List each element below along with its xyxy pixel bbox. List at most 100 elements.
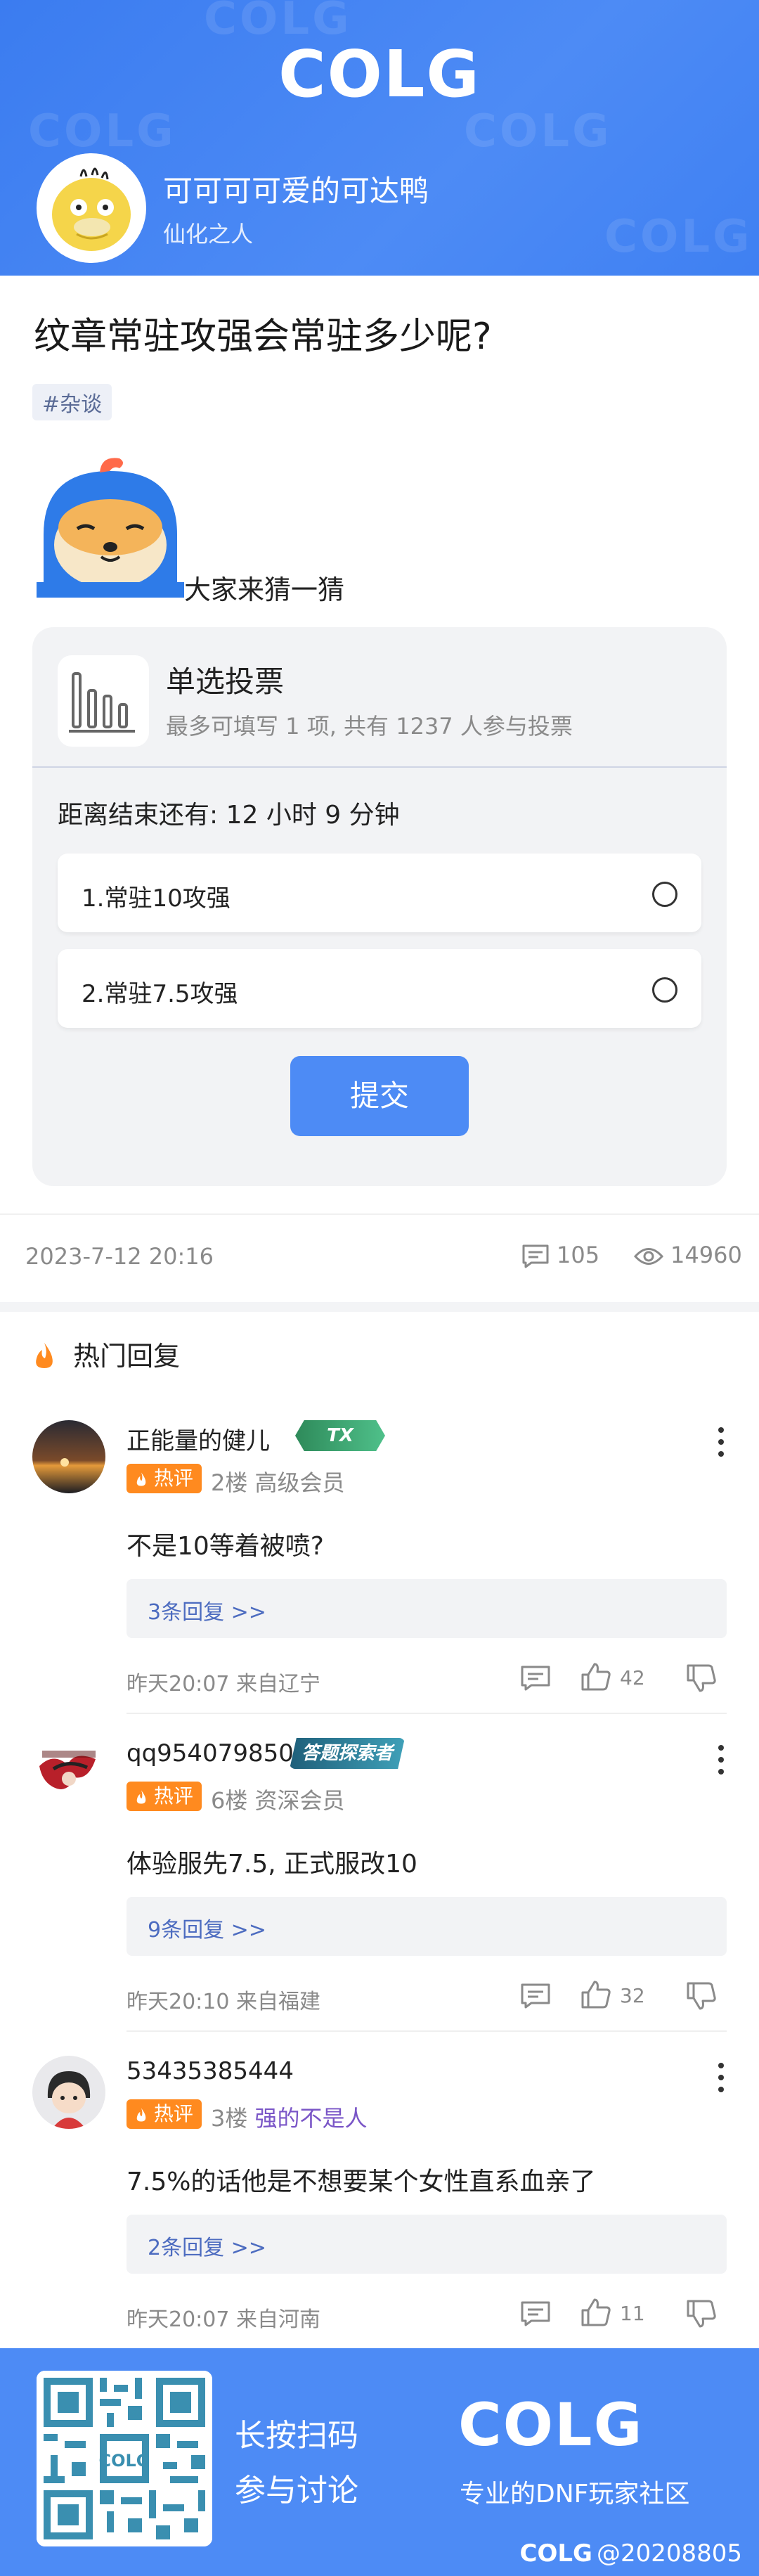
hot-reply-label: 热评 — [126, 2099, 202, 2129]
fire-icon — [136, 1472, 146, 1486]
vote-card: 单选投票 最多可填写 1 项, 共有 1237 人参与投票 距离结束还有: 12… — [32, 627, 727, 1186]
vote-remaining-time: 距离结束还有: 12 小时 9 分钟 — [58, 801, 400, 830]
like-icon[interactable] — [580, 1662, 611, 1692]
author-name[interactable]: 可可可可爱的可达鸭 — [163, 167, 429, 210]
reply-actions: 42 — [520, 1661, 731, 1696]
sub-replies-link[interactable]: 9条回复 >> — [126, 1897, 727, 1956]
hot-reply-label: 热评 — [126, 1782, 202, 1811]
hot-replies-title: 热门回复 — [73, 1341, 181, 1372]
sub-replies-link[interactable]: 3条回复 >> — [126, 1579, 727, 1638]
view-count: 14960 — [634, 1242, 742, 1268]
watermark: COLG — [604, 211, 753, 263]
member-level: 强的不是人 — [254, 2105, 368, 2132]
reply-time: 昨天20:07 来自辽宁 — [126, 1672, 320, 1696]
share-footer: COLG 长按扫码 参与讨论 COLG 专业的DNF玩家社区 COLG @2020… — [0, 2348, 759, 2576]
comment-count-value: 105 — [557, 1242, 600, 1268]
member-level: 资深会员 — [254, 1787, 345, 1814]
reply-avatar[interactable] — [32, 2056, 105, 2129]
footer-small-logo: COLG — [519, 2539, 592, 2568]
reply-time: 昨天20:10 来自福建 — [126, 1990, 320, 2014]
post-title: 纹章常驻攻强会常驻多少呢? — [34, 316, 492, 358]
reply-text: 7.5%的话他是不想要某个女性直系血亲了 — [126, 2168, 596, 2196]
reply-actions: 11 — [520, 2296, 731, 2331]
reply-item: 53435385444 热评 3楼 强的不是人 7.5%的话他是不想要某个女性直… — [0, 2056, 759, 2337]
hot-reply-label: 热评 — [126, 1464, 202, 1493]
colg-logo: COLG — [278, 37, 481, 112]
like-icon[interactable] — [580, 2298, 611, 2327]
more-options-icon[interactable] — [718, 1427, 725, 1463]
user-badge: TX — [295, 1420, 385, 1451]
eye-icon — [634, 1248, 663, 1265]
hot-replies-heading: 热门回复 — [32, 1334, 180, 1373]
vote-option[interactable]: 1.常驻10攻强 — [58, 854, 701, 932]
section-divider — [0, 1302, 759, 1312]
user-badge: 答题探索者 — [290, 1738, 405, 1769]
sub-replies-label: 3条回复 >> — [148, 1600, 266, 1625]
like-count: 11 — [620, 2302, 645, 2325]
reply-item: qq954079850 答题探索者 热评 6楼 资深会员 体验服先7.5, 正式… — [0, 1738, 759, 2019]
more-options-icon[interactable] — [718, 2063, 725, 2099]
hot-label-text: 热评 — [153, 1784, 193, 1808]
divider — [32, 766, 727, 768]
footer-scan-hint: 长按扫码 — [235, 2418, 358, 2454]
reply-comment-icon[interactable] — [520, 1665, 551, 1692]
vote-option-label: 2.常驻7.5攻强 — [82, 980, 238, 1008]
like-icon[interactable] — [580, 1980, 611, 2009]
reply-floor: 3楼 强的不是人 — [211, 2101, 368, 2133]
dislike-icon[interactable] — [686, 1663, 717, 1693]
qr-center-logo: COLG — [98, 2451, 150, 2471]
fire-icon — [136, 2108, 146, 2122]
sticker-image — [37, 450, 184, 598]
like-count: 32 — [620, 1984, 645, 2007]
floor-number: 2楼 — [211, 1469, 248, 1496]
post-date: 2023-7-12 20:16 — [25, 1243, 214, 1270]
post-tag[interactable]: #杂谈 — [32, 384, 112, 420]
vote-type: 单选投票 — [166, 664, 285, 699]
vote-subtitle: 最多可填写 1 项, 共有 1237 人参与投票 — [166, 713, 573, 740]
reply-author-name[interactable]: 正能量的健儿 — [126, 1422, 270, 1456]
floor-number: 6楼 — [211, 1787, 248, 1814]
dislike-icon[interactable] — [686, 2299, 717, 2329]
reply-comment-icon[interactable] — [520, 1983, 551, 2009]
qr-code[interactable]: COLG — [37, 2371, 212, 2546]
reply-actions: 32 — [520, 1978, 731, 2014]
reply-author-name[interactable]: 53435385444 — [126, 2057, 294, 2085]
reply-avatar[interactable] — [32, 1420, 105, 1493]
comment-icon — [522, 1244, 549, 1268]
author-title: 仙化之人 — [163, 221, 254, 247]
reply-floor: 6楼 资深会员 — [211, 1783, 345, 1815]
reply-avatar[interactable] — [32, 1738, 105, 1811]
fire-icon — [32, 1341, 65, 1372]
reply-author-name[interactable]: qq954079850 — [126, 1739, 294, 1767]
like-count: 42 — [620, 1666, 645, 1689]
reply-item: 正能量的健儿 TX 热评 2楼 高级会员 不是10等着被喷? 3条回复 >> 昨… — [0, 1420, 759, 1701]
post-header: COLG COLG COLG COLG COLG 可可可可爱的可达鸭 仙化之人 — [0, 0, 759, 276]
footer-join-hint: 参与讨论 — [235, 2473, 358, 2509]
member-level: 高级会员 — [254, 1469, 345, 1496]
radio-button[interactable] — [652, 977, 677, 1003]
vote-option[interactable]: 2.常驻7.5攻强 — [58, 949, 701, 1028]
sub-replies-label: 2条回复 >> — [148, 2236, 266, 2260]
footer-id-text: @20208805 — [596, 2539, 742, 2568]
reply-time: 昨天20:07 来自河南 — [126, 2307, 320, 2332]
dislike-icon[interactable] — [686, 1981, 717, 2011]
reply-floor: 2楼 高级会员 — [211, 1465, 345, 1498]
hot-label-text: 热评 — [153, 1467, 193, 1490]
divider — [126, 1713, 727, 1714]
sub-replies-label: 9条回复 >> — [148, 1918, 266, 1943]
watermark: COLG — [28, 105, 176, 157]
view-count-value: 14960 — [670, 1242, 742, 1268]
submit-vote-button[interactable]: 提交 — [290, 1056, 469, 1136]
author-avatar[interactable] — [37, 153, 146, 263]
reply-comment-icon[interactable] — [520, 2300, 551, 2327]
footer-slogan: 专业的DNF玩家社区 — [460, 2480, 690, 2509]
radio-button[interactable] — [652, 882, 677, 907]
comment-count[interactable]: 105 — [521, 1242, 599, 1269]
floor-number: 3楼 — [211, 2105, 248, 2132]
fire-icon — [136, 1790, 146, 1804]
divider — [0, 1213, 759, 1215]
sub-replies-link[interactable]: 2条回复 >> — [126, 2215, 727, 2274]
reply-text: 体验服先7.5, 正式服改10 — [126, 1850, 417, 1879]
more-options-icon[interactable] — [718, 1745, 725, 1781]
post-body: 大家来猜一猜 — [184, 574, 345, 605]
